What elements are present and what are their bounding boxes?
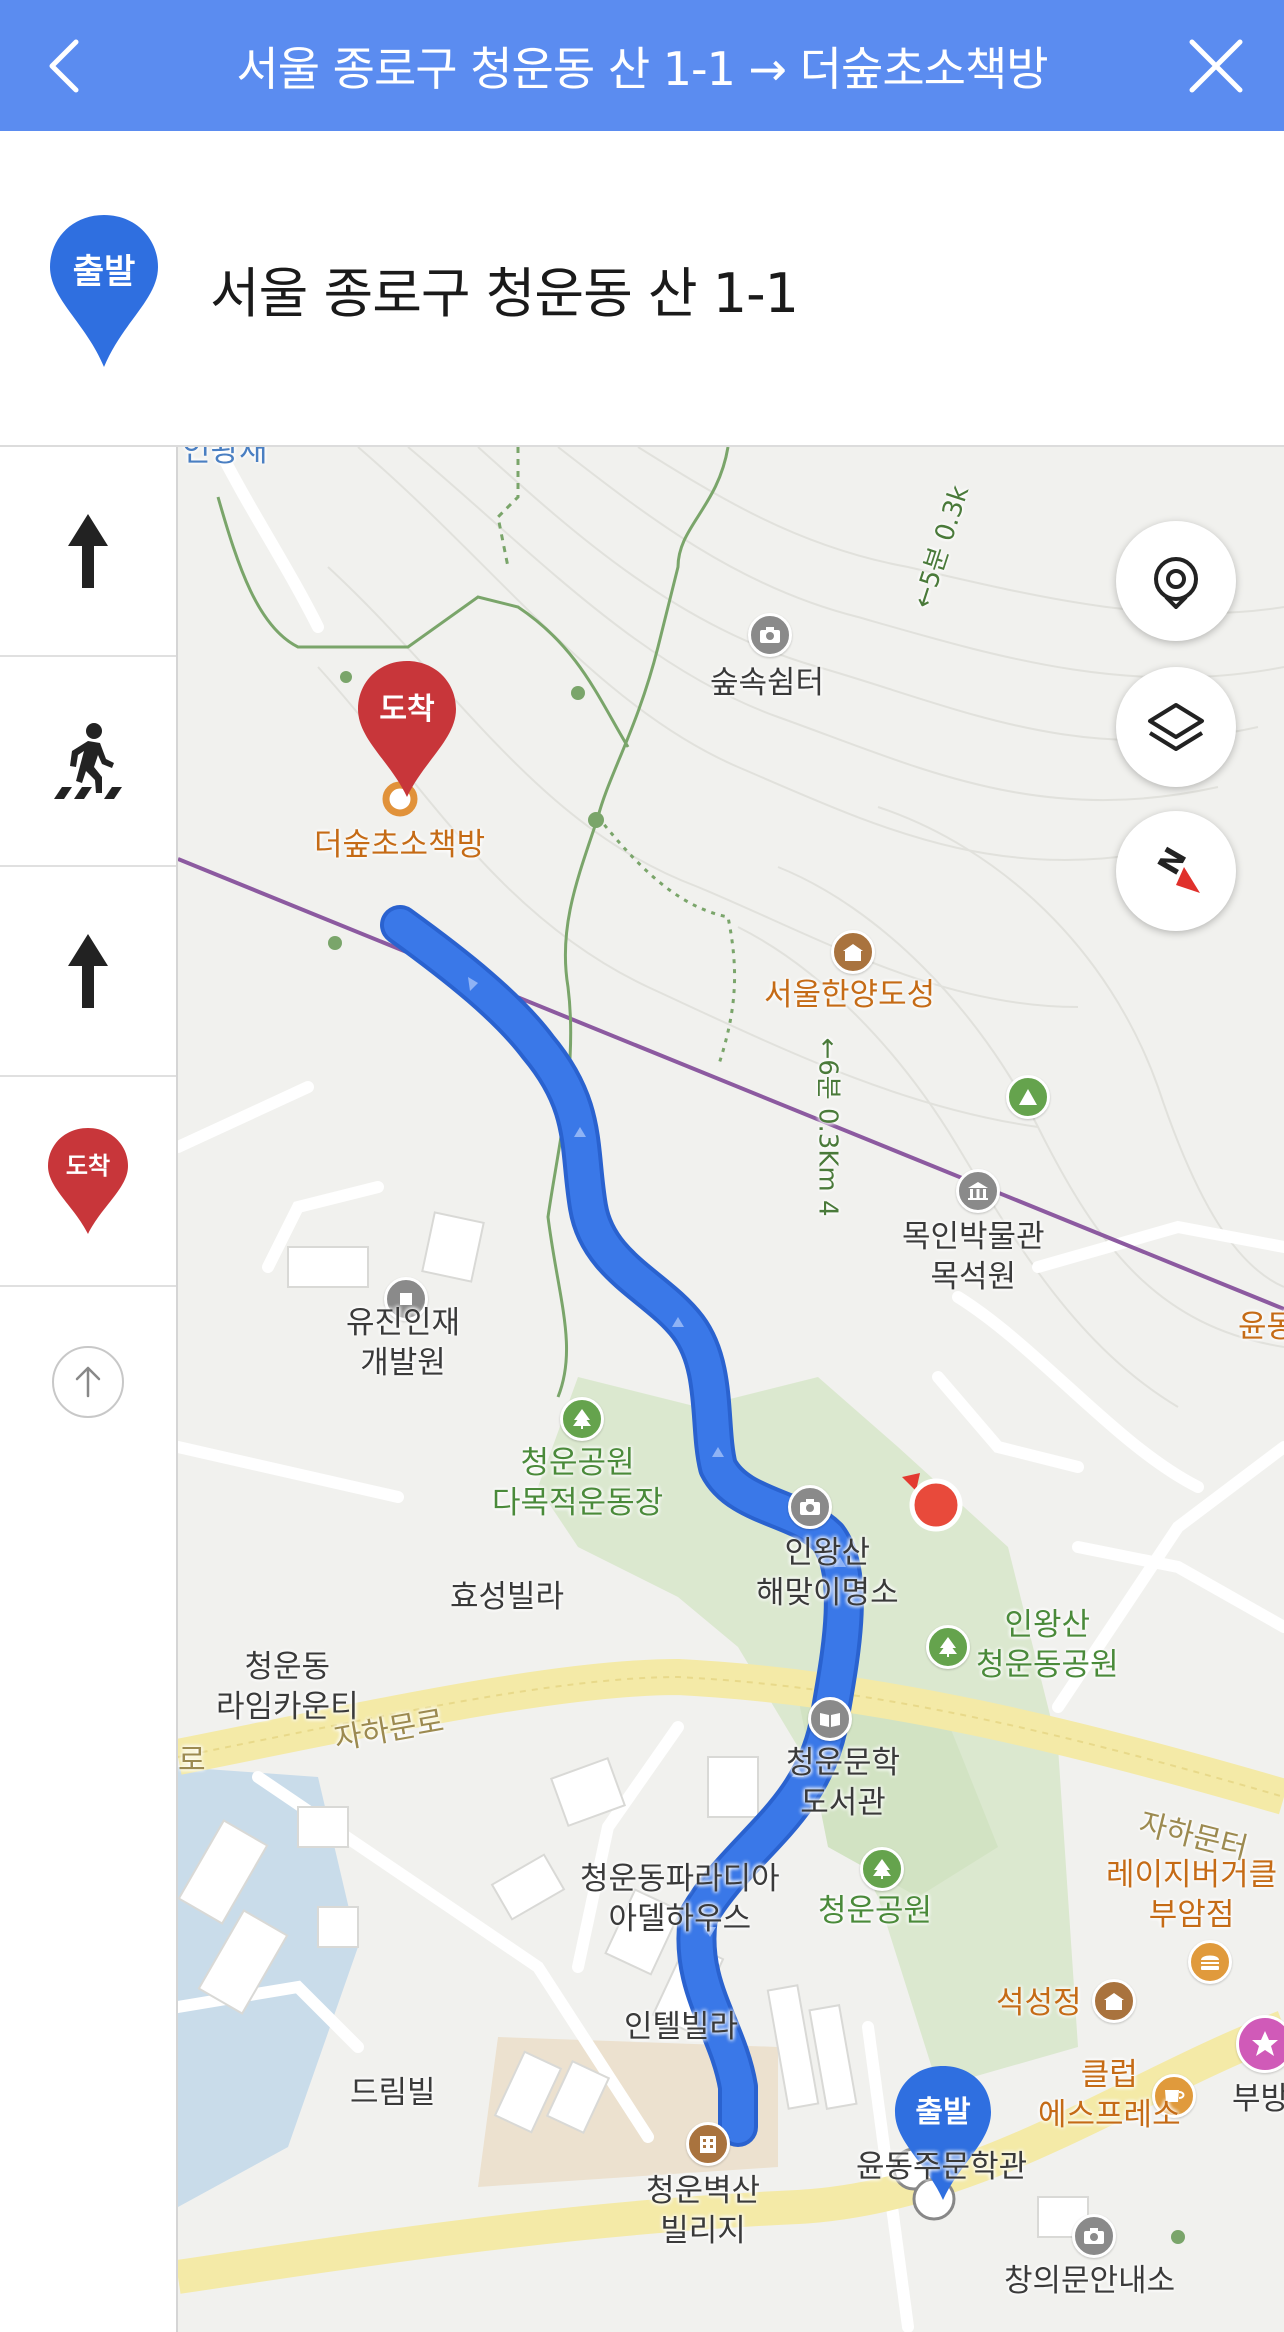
camera-icon <box>788 1485 832 1529</box>
camera-icon <box>1072 2214 1116 2258</box>
my-location-button[interactable] <box>1116 521 1236 641</box>
map-label-top-edge: 인왕재 <box>182 447 268 469</box>
arrow-up-circle-icon[interactable] <box>52 1346 124 1418</box>
map-label-byeoksan[interactable]: 청운벽산 빌리지 <box>646 2171 760 2251</box>
map-label-destination[interactable]: 더숲초소책방 <box>314 825 485 865</box>
park-icon <box>926 1625 970 1669</box>
svg-text:도착: 도착 <box>66 1152 110 1180</box>
close-icon[interactable] <box>1188 38 1244 94</box>
crosswalk-pedestrian-icon <box>54 723 122 799</box>
map-label-trail-mid: ←6분 0.3Km 4 <box>812 1037 843 1217</box>
layers-button[interactable] <box>1116 667 1236 787</box>
apartment-icon <box>686 2122 730 2166</box>
map-label-museum[interactable]: 목인박물관 목석원 <box>902 1217 1045 1297</box>
museum-icon <box>956 1169 1000 1213</box>
park-icon <box>860 1847 904 1891</box>
map-label-hyoseong[interactable]: 효성빌라 <box>450 1577 564 1617</box>
route-steps-list: 도착 <box>0 447 178 2332</box>
map-label-library[interactable]: 청운문학 도서관 <box>786 1743 900 1823</box>
destination-pin-icon[interactable]: 도착 <box>356 659 458 799</box>
origin-panel[interactable]: 출발 서울 종로구 청운동 산 1-1 <box>0 131 1284 447</box>
chevron-left-icon[interactable] <box>38 36 98 96</box>
svg-text:출발: 출발 <box>915 2095 971 2130</box>
origin-address: 서울 종로구 청운동 산 1-1 <box>210 262 799 325</box>
map-label-park-field[interactable]: 청운공원 다목적운동장 <box>492 1443 663 1523</box>
route-title: 서울 종로구 청운동 산 1-1 → 더숲초소책방 <box>236 41 1048 96</box>
fortress-icon <box>831 930 875 974</box>
map-label-inwang-park[interactable]: 인왕산 청운동공원 <box>976 1605 1119 1685</box>
step-crosswalk[interactable] <box>0 657 176 867</box>
map-label-fortress[interactable]: 서울한양도성 <box>764 975 935 1015</box>
map-label-changuimun[interactable]: 창의문안내소 <box>1004 2261 1175 2301</box>
pavilion-icon <box>1092 1979 1136 2023</box>
map-view[interactable]: 도착 출발 인왕재 더숲초소책방 숲속쉼터 서울한양도성 목인박물관 목석원 유… <box>178 447 1284 2332</box>
map-label-dream[interactable]: 드림빌 <box>350 2073 436 2113</box>
step-go-straight[interactable] <box>0 447 176 657</box>
map-label-yujin[interactable]: 유진인재 개발원 <box>346 1303 460 1383</box>
map-label-cheongun-park[interactable]: 청운공원 <box>818 1891 932 1931</box>
scroll-top[interactable] <box>0 1287 176 1477</box>
camera-icon <box>748 613 792 657</box>
map-label-bubang[interactable]: 부방 <box>1232 2079 1284 2119</box>
arrow-up-icon <box>68 514 108 588</box>
svg-text:출발: 출발 <box>73 252 136 292</box>
header-bar: 서울 종로구 청운동 산 1-1 → 더숲초소책방 <box>0 0 1284 131</box>
layers-icon <box>1148 703 1204 751</box>
map-label-club[interactable]: 클럽 에스프레소 <box>1038 2055 1181 2135</box>
step-go-straight[interactable] <box>0 867 176 1077</box>
map-label-road-left: 로 <box>178 1743 206 1778</box>
burger-icon <box>1188 1940 1232 1984</box>
compass-button[interactable]: N <box>1116 811 1236 931</box>
map-label-intel[interactable]: 인텔빌라 <box>624 2007 738 2047</box>
map-label-rest-area[interactable]: 숲속쉼터 <box>710 663 824 703</box>
park-icon <box>560 1397 604 1441</box>
map-label-yun[interactable]: 윤동 <box>1238 1307 1284 1347</box>
map-label-seokseong[interactable]: 석성정 <box>996 1983 1082 2023</box>
step-arrive[interactable]: 도착 <box>0 1077 176 1287</box>
map-label-sunrise-spot[interactable]: 인왕산 해맞이명소 <box>756 1533 899 1613</box>
compass-icon: N <box>1152 842 1200 893</box>
start-pin-icon: 출발 <box>50 215 158 367</box>
map-label-lime-county[interactable]: 청운동 라임카운티 <box>216 1647 359 1727</box>
library-icon <box>808 1697 852 1741</box>
map-label-paradia[interactable]: 청운동파라디아 아델하우스 <box>580 1859 780 1939</box>
hiking-icon <box>1006 1075 1050 1119</box>
my-location-icon <box>1154 557 1198 609</box>
map-label-burger[interactable]: 레이지버거클 부암점 <box>1106 1855 1277 1935</box>
arrow-up-icon <box>68 934 108 1008</box>
destination-pin-icon: 도착 <box>48 1128 128 1234</box>
svg-text:도착: 도착 <box>379 692 435 727</box>
map-label-literature-hall[interactable]: 윤동주문학관 <box>856 2147 1027 2187</box>
